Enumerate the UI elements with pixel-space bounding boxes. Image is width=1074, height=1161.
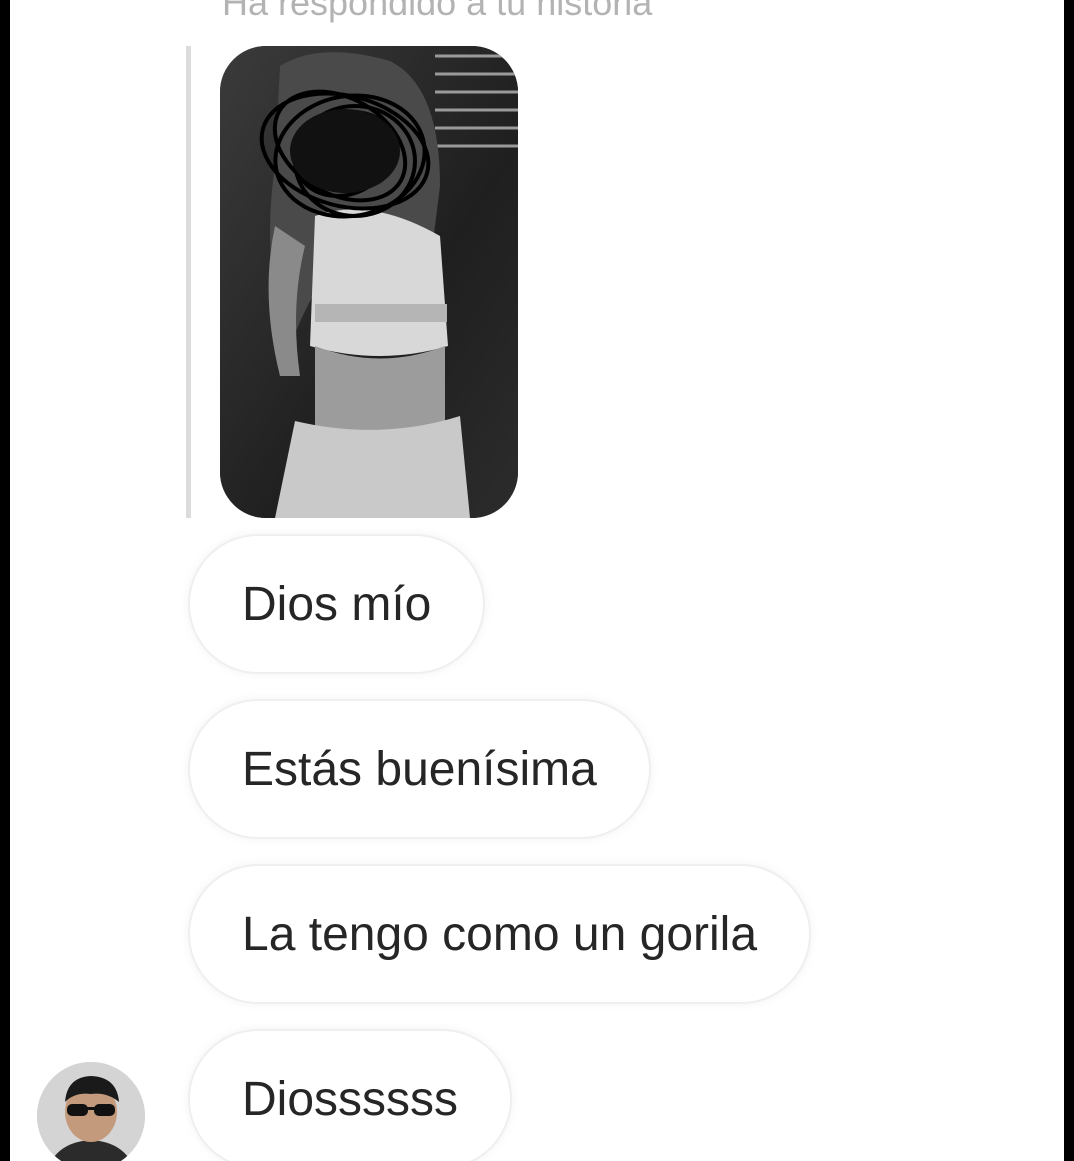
story-image-icon: [220, 46, 518, 518]
message-text: Estás buenísima: [242, 742, 597, 796]
story-thumbnail[interactable]: [220, 46, 518, 518]
message-text: Dios mío: [242, 577, 432, 631]
avatar-icon: [37, 1062, 145, 1161]
message-text: Diossssss: [242, 1072, 459, 1126]
story-reply-caption: Ha respondido a tu historia: [222, 0, 653, 23]
message-bubble[interactable]: Estás buenísima: [188, 699, 651, 839]
message-bubble[interactable]: La tengo como un gorila: [188, 864, 812, 1004]
sender-avatar[interactable]: [37, 1062, 145, 1161]
message-bubble[interactable]: Dios mío: [188, 534, 486, 674]
message-bubble[interactable]: Diossssss: [188, 1029, 513, 1161]
message-text: La tengo como un gorila: [242, 907, 758, 961]
chat-screen: Ha respondido a tu historia Dios mío Est…: [0, 0, 1074, 1161]
story-reply-bar: [186, 46, 191, 518]
